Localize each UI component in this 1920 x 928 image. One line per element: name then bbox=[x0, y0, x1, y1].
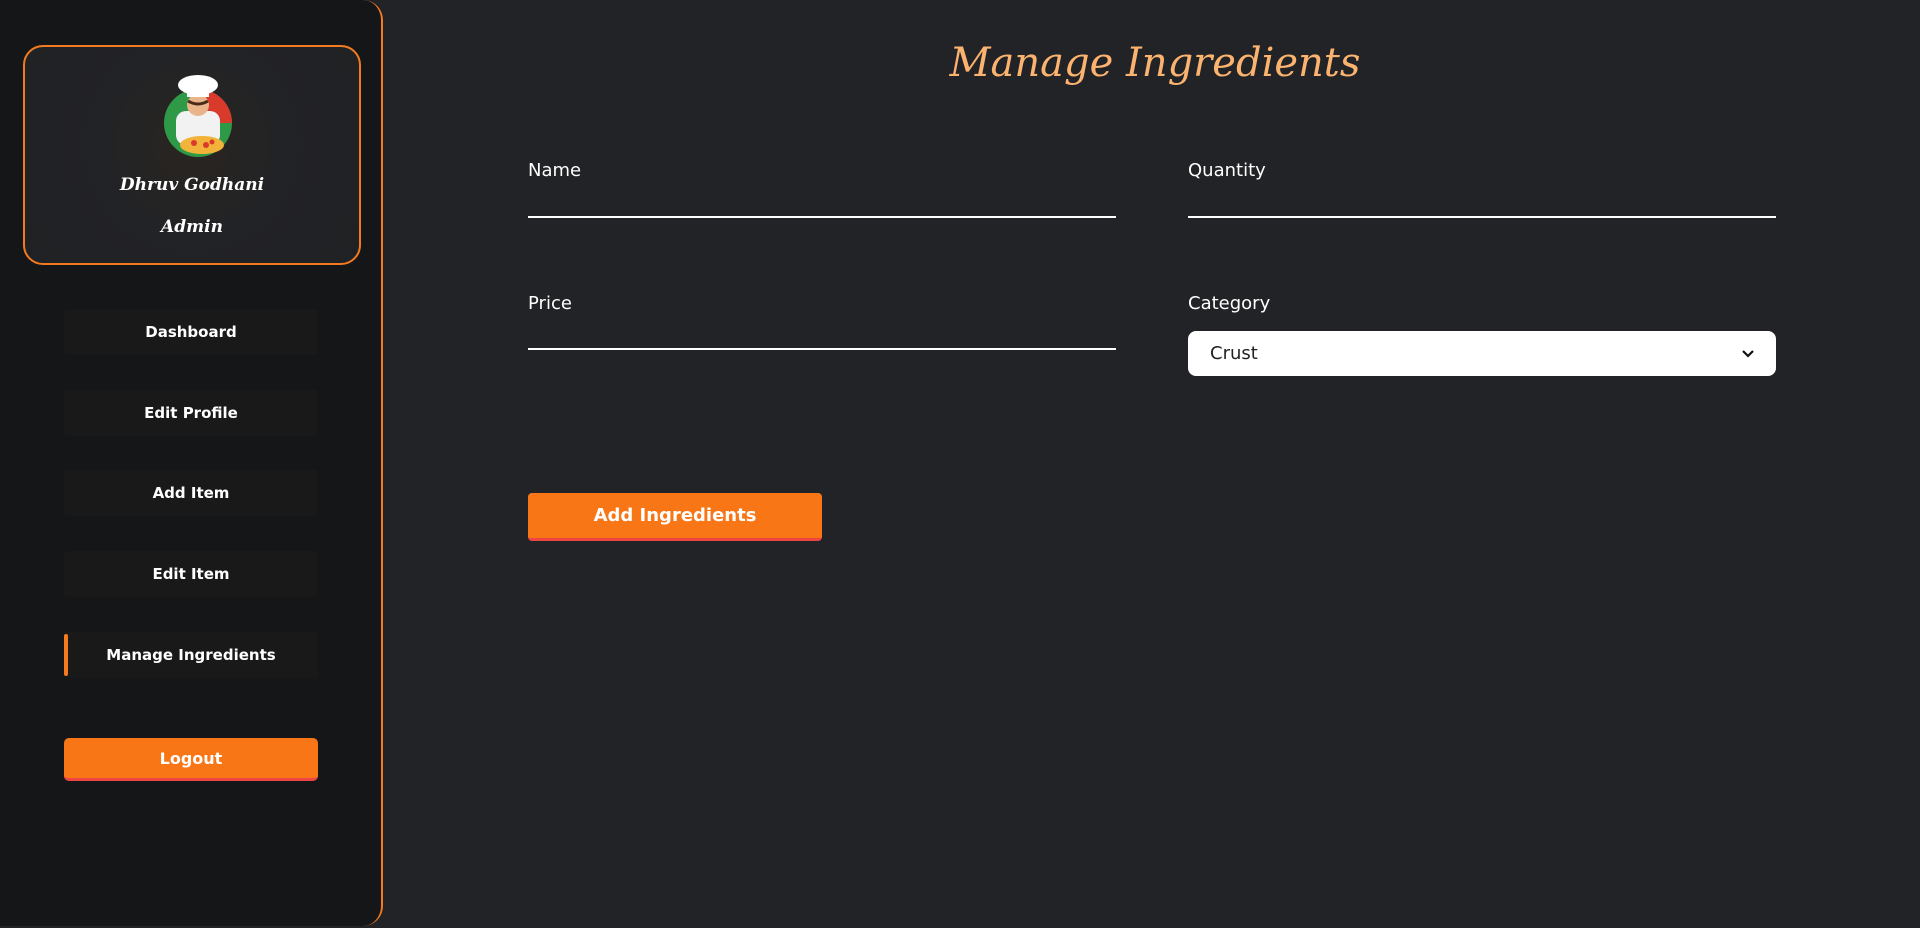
name-input[interactable] bbox=[528, 186, 1120, 218]
profile-role: Admin bbox=[161, 217, 223, 237]
category-select[interactable]: Crust bbox=[1188, 331, 1776, 376]
quantity-label: Quantity bbox=[1188, 160, 1266, 181]
name-underline bbox=[528, 216, 1116, 218]
sidebar-item-label: Edit Profile bbox=[144, 404, 238, 422]
sidebar-item-label: Edit Item bbox=[152, 565, 230, 583]
profile-card: Dhruv Godhani Admin bbox=[23, 45, 361, 265]
sidebar-item-edit-item[interactable]: Edit Item bbox=[64, 551, 318, 597]
sidebar-item-label: Add Item bbox=[152, 484, 230, 502]
add-ingredients-button[interactable]: Add Ingredients bbox=[528, 493, 822, 541]
sidebar-item-label: Manage Ingredients bbox=[106, 646, 276, 664]
sidebar: Dhruv Godhani Admin Dashboard Edit Profi… bbox=[0, 0, 383, 926]
profile-name: Dhruv Godhani bbox=[119, 175, 265, 195]
logout-button[interactable]: Logout bbox=[64, 738, 318, 781]
quantity-input[interactable] bbox=[1188, 186, 1780, 218]
sidebar-item-add-item[interactable]: Add Item bbox=[64, 470, 318, 516]
chef-logo bbox=[164, 75, 232, 157]
sidebar-item-dashboard[interactable]: Dashboard bbox=[64, 309, 318, 355]
page-title: Manage Ingredients bbox=[949, 40, 1361, 86]
sidebar-item-edit-profile[interactable]: Edit Profile bbox=[64, 390, 318, 436]
sidebar-item-label: Dashboard bbox=[145, 323, 237, 341]
name-label: Name bbox=[528, 160, 582, 181]
quantity-underline bbox=[1188, 216, 1776, 218]
price-input[interactable] bbox=[528, 318, 1120, 350]
category-label: Category bbox=[1188, 293, 1271, 314]
category-selected-value: Crust bbox=[1210, 343, 1258, 364]
chevron-down-icon bbox=[1742, 349, 1754, 358]
price-underline bbox=[528, 348, 1116, 350]
price-label: Price bbox=[528, 293, 572, 314]
active-indicator bbox=[64, 634, 68, 676]
sidebar-item-manage-ingredients[interactable]: Manage Ingredients bbox=[64, 632, 318, 678]
